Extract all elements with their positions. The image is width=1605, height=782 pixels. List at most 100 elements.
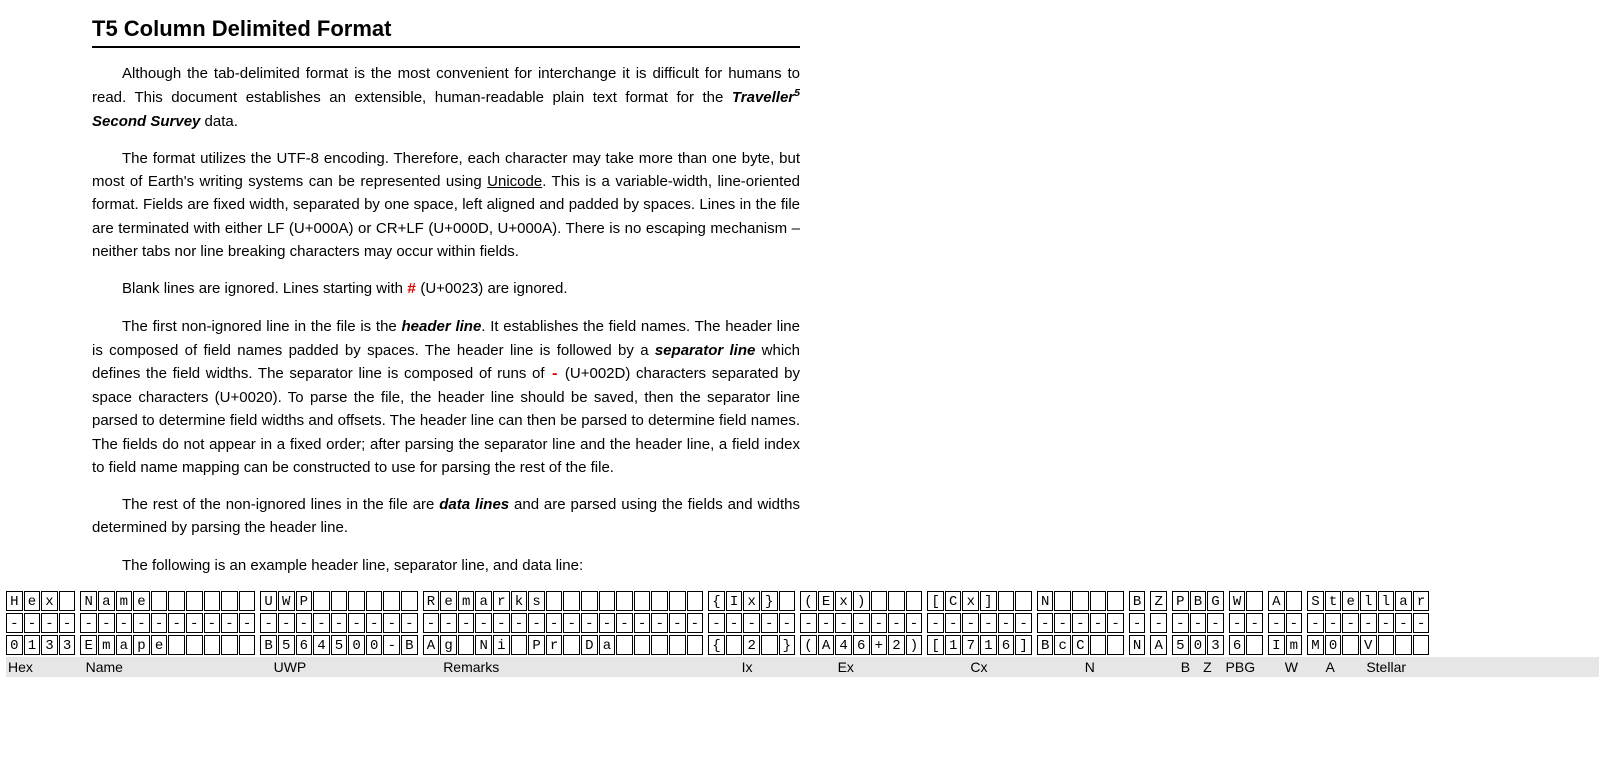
grid-cell: -	[133, 613, 150, 633]
grid-footer-cell: Ex	[836, 659, 969, 675]
grid-cell: -	[493, 613, 510, 633]
paragraph-4: The first non-ignored line in the file i…	[92, 315, 800, 479]
grid-cell: -	[651, 613, 668, 633]
grid-cell: D	[581, 635, 598, 655]
grid-cell: m	[458, 591, 475, 611]
paragraph-5: The rest of the non-ignored lines in the…	[92, 493, 800, 540]
grid-cell: 0	[348, 635, 365, 655]
grid-cell: [	[927, 591, 944, 611]
code-hash: #	[407, 281, 416, 298]
paragraph-2: The format utilizes the UTF-8 encoding. …	[92, 147, 800, 263]
grid-cell: C	[945, 591, 962, 611]
grid-cell: e	[1342, 591, 1359, 611]
grid-cell: -	[888, 613, 905, 633]
grid-cell: -	[331, 613, 348, 633]
grid-cell: -	[835, 613, 852, 633]
grid-cell: k	[511, 591, 528, 611]
code-dash: -	[550, 366, 559, 383]
grid-cell: E	[818, 591, 835, 611]
grid-footer-cell: Ix	[740, 659, 836, 675]
grid-footer-cell: Hex	[6, 659, 84, 675]
grid-cell: -	[599, 613, 616, 633]
grid-cell: 6	[296, 635, 313, 655]
grid-cell: -	[1037, 613, 1054, 633]
grid-cell	[1246, 635, 1263, 655]
grid-cell: )	[906, 635, 923, 655]
grid-cell: x	[835, 591, 852, 611]
grid-cell: I	[1268, 635, 1285, 655]
grid-cell: -	[761, 613, 778, 633]
grid-cell: {	[708, 591, 725, 611]
grid-cell: -	[1129, 613, 1146, 633]
grid-cell: (	[800, 635, 817, 655]
grid-cell: -	[743, 613, 760, 633]
grid-cell: -	[1190, 613, 1207, 633]
grid-cell: m	[116, 591, 133, 611]
grid-cell: -	[962, 613, 979, 633]
grid-cell	[1413, 635, 1430, 655]
grid-cell: -	[239, 613, 256, 633]
grid-cell: 4	[313, 635, 330, 655]
grid-cell	[871, 591, 888, 611]
grid-cell: N	[475, 635, 492, 655]
grid-cell: -	[1286, 613, 1303, 633]
grid-cell	[1246, 591, 1263, 611]
grid-footer-cell: A	[1324, 659, 1365, 675]
grid-cell: -	[440, 613, 457, 633]
grid-cell: -	[221, 613, 238, 633]
grid-cell: a	[475, 591, 492, 611]
grid-cell: -	[1107, 613, 1124, 633]
grid-cell	[59, 591, 76, 611]
grid-cell: -	[669, 613, 686, 633]
grid-cell	[651, 635, 668, 655]
grid-cell: -	[401, 613, 418, 633]
grid-cell	[221, 635, 238, 655]
grid-cell	[563, 635, 580, 655]
grid-cell	[779, 591, 796, 611]
grid-cell: -	[1172, 613, 1189, 633]
grid-cell: W	[1229, 591, 1246, 611]
grid-cell	[1378, 635, 1395, 655]
grid-cell: -	[1090, 613, 1107, 633]
grid-cell: 5	[331, 635, 348, 655]
grid-cell: ]	[980, 591, 997, 611]
grid-cell: 7	[962, 635, 979, 655]
grid-cell	[888, 591, 905, 611]
grid-cell	[669, 591, 686, 611]
grid-footer-cell: B	[1179, 659, 1201, 675]
grid-cell	[1090, 635, 1107, 655]
link-unicode[interactable]: Unicode	[487, 173, 542, 190]
grid-header-row: Hex Name UWP Remarks {Ix} (Ex) [Cx] N BZ…	[6, 591, 1599, 611]
grid-cell	[239, 635, 256, 655]
grid-cell: 6	[998, 635, 1015, 655]
grid-cell: 0	[6, 635, 23, 655]
grid-cell: -	[1342, 613, 1359, 633]
grid-cell	[366, 591, 383, 611]
grid-cell	[1015, 591, 1032, 611]
grid-cell: -	[980, 613, 997, 633]
grid-footer-cell: W	[1283, 659, 1324, 675]
paragraph-3: Blank lines are ignored. Lines starting …	[92, 277, 800, 301]
grid-cell: -	[511, 613, 528, 633]
grid-cell: -	[1325, 613, 1342, 633]
grid-cell: B	[1129, 591, 1146, 611]
grid-footer-cell: N	[1083, 659, 1179, 675]
grid-cell: -	[260, 613, 277, 633]
grid-cell	[546, 591, 563, 611]
grid-cell: Z	[1150, 591, 1167, 611]
term-separator-line: separator line	[655, 342, 756, 359]
grid-cell: E	[80, 635, 97, 655]
grid-cell: -	[853, 613, 870, 633]
grid-cell: c	[1054, 635, 1071, 655]
grid-cell	[168, 591, 185, 611]
grid-cell	[998, 591, 1015, 611]
grid-cell: -	[1413, 613, 1430, 633]
grid-cell: B	[1190, 591, 1207, 611]
grid-cell	[186, 591, 203, 611]
grid-cell	[458, 635, 475, 655]
grid-footer-cell: Z	[1201, 659, 1223, 675]
grid-cell: -	[204, 613, 221, 633]
grid-cell: -	[871, 613, 888, 633]
grid-cell: -	[634, 613, 651, 633]
grid-cell: p	[133, 635, 150, 655]
